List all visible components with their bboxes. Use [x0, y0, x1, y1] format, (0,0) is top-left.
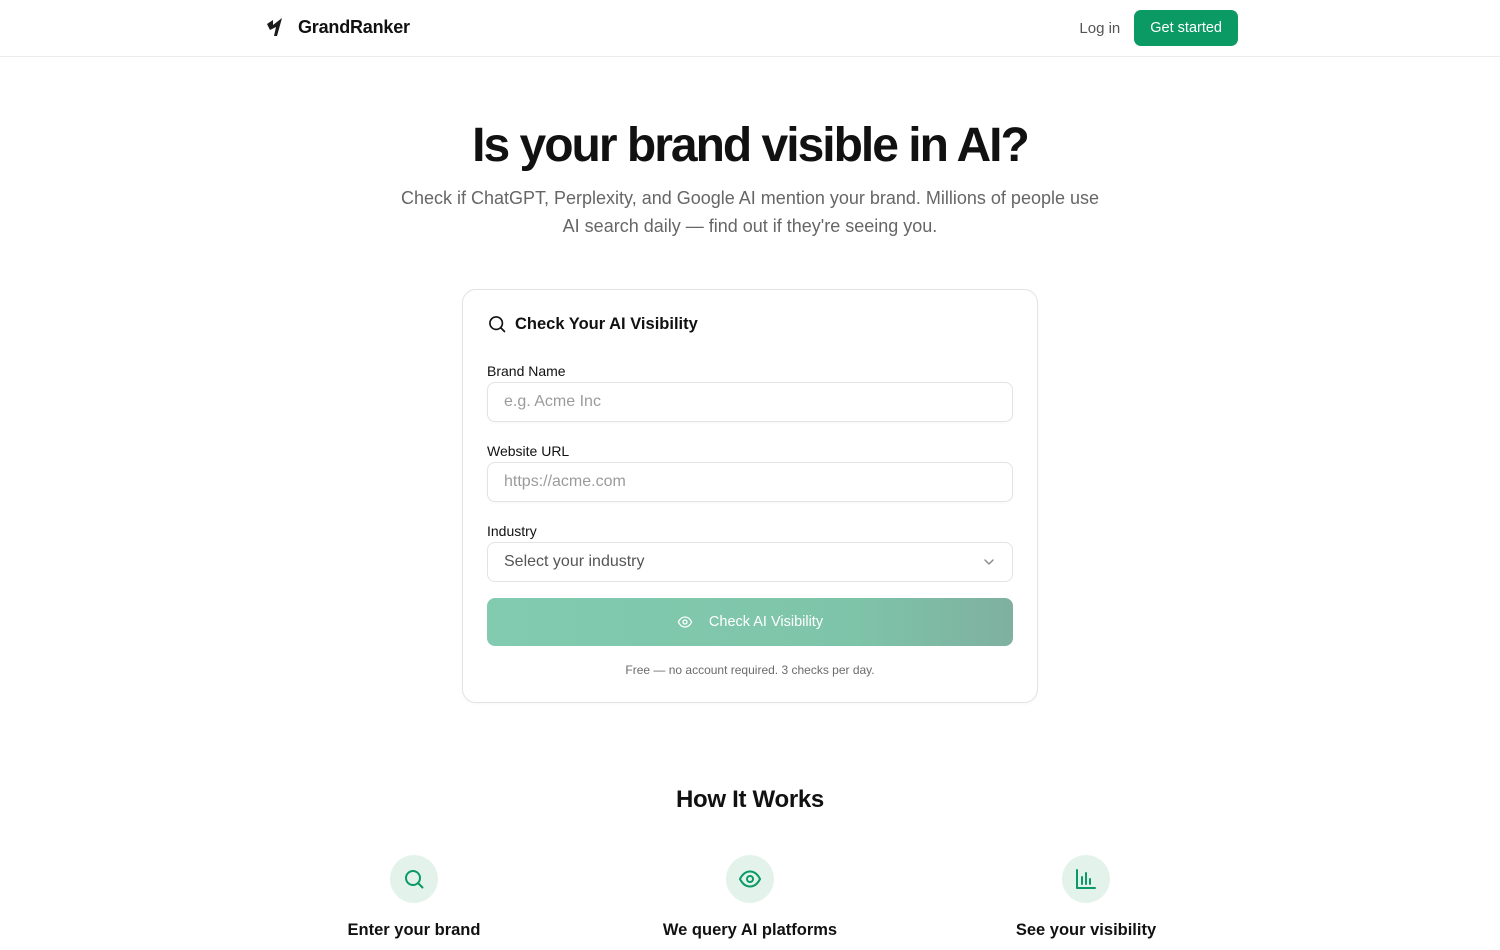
card-title: Check Your AI Visibility — [515, 314, 698, 333]
step-query-ai-platforms: We query AI platforms — [600, 855, 900, 940]
eye-icon — [677, 616, 693, 628]
check-ai-visibility-label: Check AI Visibility — [708, 614, 824, 630]
header-actions: Log in Get started — [1077, 10, 1238, 46]
brand[interactable]: GrandRanker — [264, 16, 410, 38]
step-see-visibility: See your visibility — [936, 855, 1236, 940]
website-url-input[interactable] — [487, 462, 1013, 502]
step-icon-circle — [390, 855, 438, 903]
how-it-works-title: How It Works — [676, 786, 824, 813]
step-icon-circle — [726, 855, 774, 903]
get-started-button[interactable]: Get started — [1134, 10, 1238, 46]
login-link[interactable]: Log in — [1077, 20, 1122, 37]
step-title: See your visibility — [1015, 921, 1157, 939]
check-ai-visibility-button[interactable]: Check AI Visibility — [487, 598, 1013, 646]
industry-label: Industry — [487, 523, 537, 539]
site-header: GrandRanker Log in Get started — [0, 0, 1500, 57]
search-icon — [489, 316, 506, 333]
industry-select[interactable]: Select your industry — [487, 542, 1013, 582]
chevron-down-icon — [984, 559, 994, 565]
brand-name-label: Brand Name — [487, 363, 566, 379]
step-icon-circle — [1062, 855, 1110, 903]
search-icon — [405, 870, 424, 889]
eye-icon — [739, 870, 761, 888]
hero-subtitle: Check if ChatGPT, Perplexity, and Google… — [400, 188, 1100, 236]
grandranker-logo-icon — [267, 18, 282, 36]
bar-chart-icon — [1076, 869, 1096, 889]
step-enter-brand: Enter your brand — [264, 855, 564, 940]
card-header: Check Your AI Visibility — [487, 314, 698, 334]
step-title: Enter your brand — [347, 921, 481, 939]
step-title: We query AI platforms — [662, 921, 838, 939]
brand-name: GrandRanker — [298, 16, 410, 37]
visibility-check-card: Check Your AI Visibility Brand Name Webs… — [462, 289, 1038, 703]
brand-name-input[interactable] — [487, 382, 1013, 422]
hero-title: Is your brand visible in AI? — [472, 119, 1030, 172]
form-note: Free — no account required. 3 checks per… — [625, 663, 875, 677]
website-url-label: Website URL — [487, 443, 570, 459]
industry-select-value: Select your industry — [504, 553, 645, 570]
